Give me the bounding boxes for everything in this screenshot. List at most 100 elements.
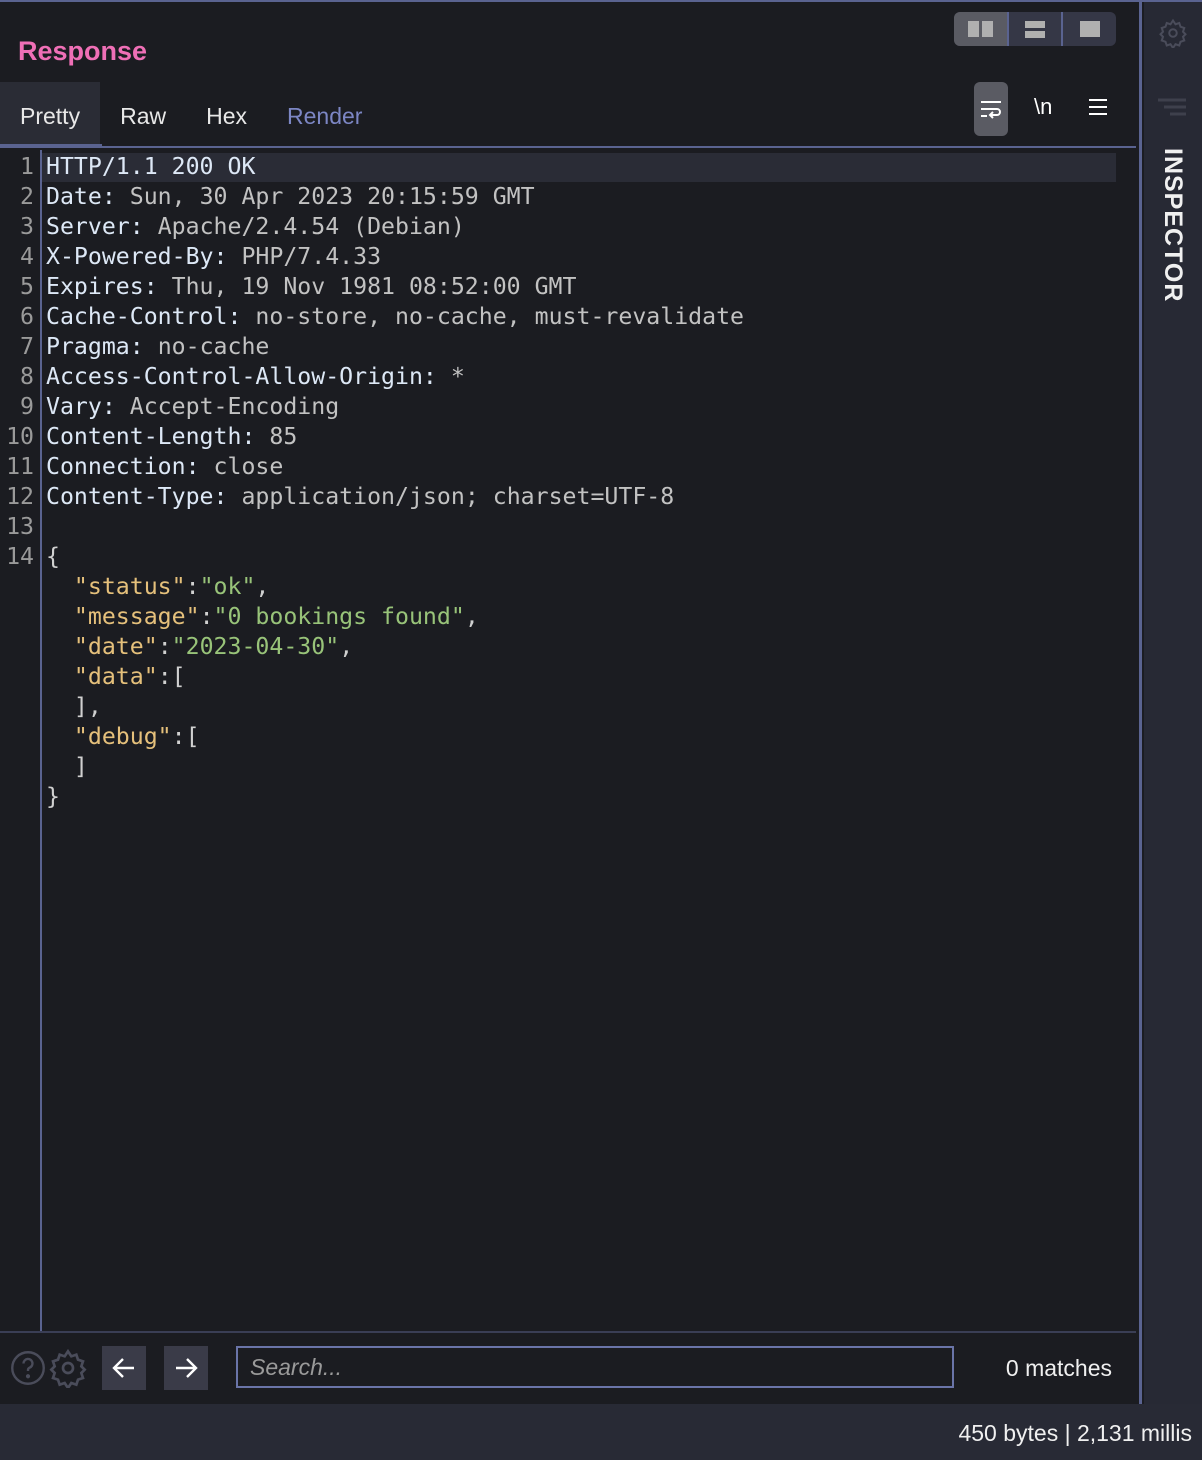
code-token: , [464, 603, 479, 630]
code-line: 4 X-Powered-By: PHP/7.4.33 [0, 242, 744, 272]
code-line: 1 HTTP/1.1 200 OK [0, 152, 744, 182]
code-token: Cache-Control: [46, 303, 256, 330]
code-token: : [199, 603, 214, 630]
code-line: 10 Content-Length: 85 [0, 422, 744, 452]
line-number: 5 [20, 273, 34, 300]
code-token: HTTP/1.1 200 OK [46, 153, 256, 180]
newline-toggle[interactable]: \n [1034, 94, 1052, 120]
search-settings-icon[interactable] [48, 1348, 88, 1388]
code-token: Date: [46, 183, 130, 210]
code-line: 13 [0, 512, 744, 542]
code-line: "debug":[ [0, 722, 744, 752]
code-token: 85 [269, 423, 298, 450]
next-match-button[interactable] [164, 1346, 208, 1390]
code-line: ], [0, 692, 744, 722]
code-token: Expires: [46, 273, 172, 300]
code-token: "ok" [199, 573, 256, 600]
code-token: "data" [73, 663, 158, 690]
code-line: 12 Content-Type: application/json; charse… [0, 482, 744, 512]
code-token: "message" [73, 603, 200, 630]
split-horizontal-icon [1025, 20, 1045, 38]
code-token: ], [46, 693, 102, 720]
hamburger-icon [1089, 99, 1107, 115]
tab-raw[interactable]: Raw [100, 82, 186, 146]
code-token: PHP/7.4.33 [241, 243, 382, 270]
line-number: 7 [20, 333, 34, 360]
view-tabs: Pretty Raw Hex Render [0, 82, 382, 146]
single-pane-button[interactable] [1061, 12, 1116, 46]
code-token: Apache/2.4.54 (Debian) [157, 213, 465, 240]
code-token: Connection: [46, 453, 214, 480]
settings-icon[interactable] [1158, 18, 1188, 48]
tab-underline [0, 146, 1136, 148]
panel-divider[interactable] [1139, 2, 1142, 1404]
code-line: 8 Access-Control-Allow-Origin: * [0, 362, 744, 392]
code-token: Pragma: [46, 333, 158, 360]
code-token: "date" [73, 633, 158, 660]
code-token: "2023-04-30" [171, 633, 340, 660]
line-number: 12 [6, 483, 34, 510]
code-token: { [46, 543, 60, 570]
response-stats: 450 bytes | 2,131 millis [958, 1420, 1192, 1446]
search-input[interactable] [236, 1346, 954, 1388]
code-line: } [0, 782, 744, 812]
line-number: 4 [20, 243, 34, 270]
split-vertical-button[interactable] [954, 12, 1007, 46]
code-line: 9 Vary: Accept-Encoding [0, 392, 744, 422]
code-token: "0 bookings found" [213, 603, 465, 630]
response-editor[interactable]: 1 HTTP/1.1 200 OK 2 Date: Sun, 30 Apr 2023 … [0, 152, 744, 812]
line-number: 14 [6, 543, 34, 570]
line-number: 2 [20, 183, 34, 210]
code-token: Access-Control-Allow-Origin: [46, 363, 451, 390]
code-token: no-cache [157, 333, 270, 360]
line-number: 6 [20, 303, 34, 330]
code-token: :[ [157, 663, 186, 690]
active-tab-indicator [0, 144, 102, 148]
previous-match-button[interactable] [102, 1346, 146, 1390]
code-token: application/json; charset=UTF-8 [241, 483, 675, 510]
layout-switcher [954, 12, 1116, 46]
match-count: 0 matches [1005, 1355, 1112, 1381]
code-token: "status" [73, 573, 186, 600]
inspector-tab[interactable]: INSPECTOR [1158, 148, 1187, 302]
code-line: 5 Expires: Thu, 19 Nov 1981 08:52:00 GMT [0, 272, 744, 302]
code-line: "status":"ok", [0, 572, 744, 602]
line-number: 3 [20, 213, 34, 240]
tab-pretty[interactable]: Pretty [0, 82, 101, 146]
code-line: "message":"0 bookings found", [0, 602, 744, 632]
code-token: , [339, 633, 354, 660]
split-horizontal-button[interactable] [1006, 12, 1062, 46]
arrow-left-icon [112, 1358, 134, 1378]
code-token: X-Powered-By: [46, 243, 242, 270]
code-token: Accept-Encoding [129, 393, 340, 420]
code-token: close [213, 453, 284, 480]
code-token: } [46, 783, 60, 810]
code-line: ] [0, 752, 744, 782]
word-wrap-icon [981, 101, 1001, 119]
tab-render[interactable]: Render [267, 82, 382, 146]
menu-button[interactable] [1088, 98, 1108, 121]
code-line: 6 Cache-Control: no-store, no-cache, must… [0, 302, 744, 332]
code-token: Thu, 19 Nov 1981 08:52:00 GMT [171, 273, 577, 300]
panel-title: Response [18, 36, 148, 66]
line-number: 9 [20, 393, 34, 420]
split-vertical-icon [967, 21, 993, 37]
code-token: : [185, 573, 200, 600]
code-token: Sun, 30 Apr 2023 20:15:59 GMT [129, 183, 535, 210]
code-token: ] [46, 753, 88, 780]
tab-hex[interactable]: Hex [186, 82, 267, 146]
code-line: 3 Server: Apache/2.4.54 (Debian) [0, 212, 744, 242]
code-token: "debug" [73, 723, 172, 750]
code-token: Vary: [46, 393, 130, 420]
code-token: : [157, 633, 172, 660]
filter-lines-icon[interactable] [1158, 98, 1186, 118]
help-icon[interactable] [10, 1350, 46, 1386]
word-wrap-button[interactable] [974, 82, 1008, 136]
code-token: :[ [171, 723, 200, 750]
line-number: 1 [20, 153, 34, 180]
